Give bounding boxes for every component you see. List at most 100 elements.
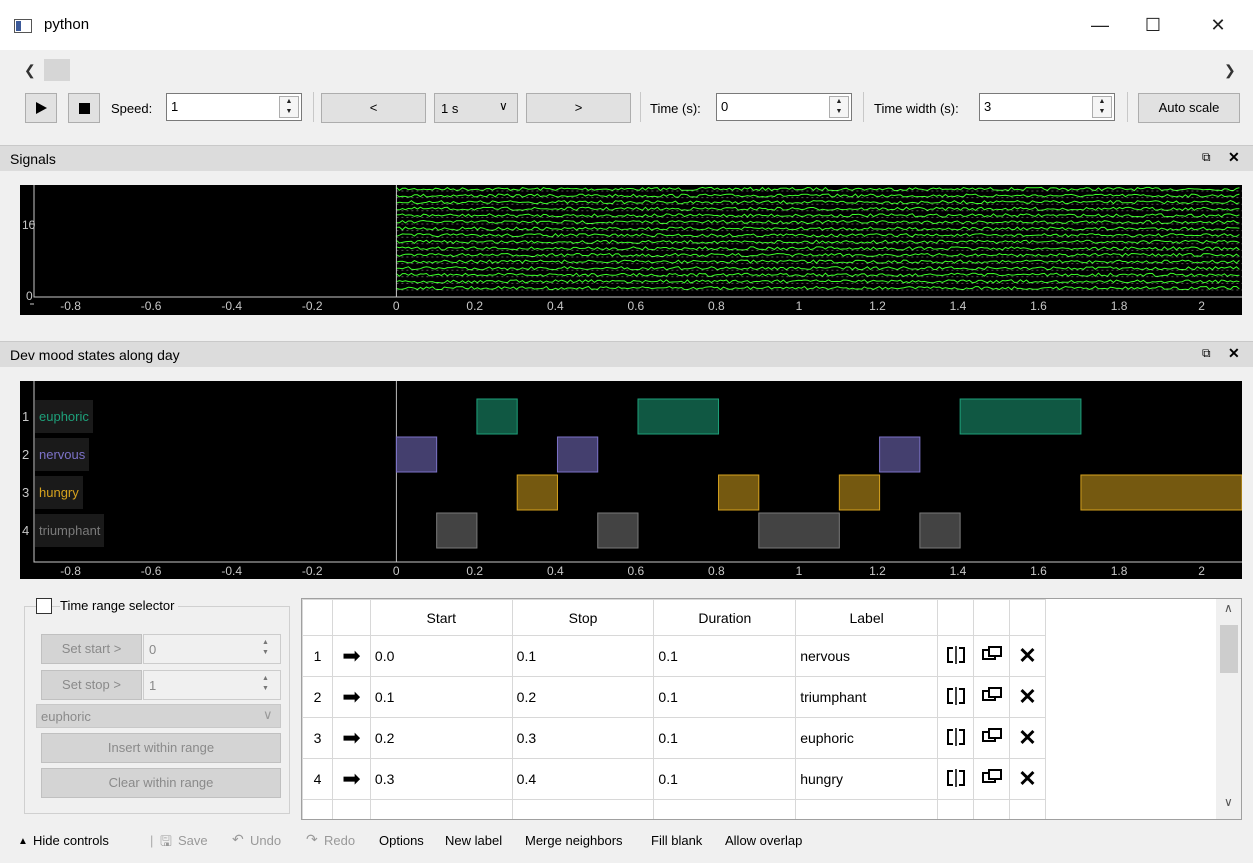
duration-cell[interactable]: 0.1 (653, 717, 797, 759)
close-button[interactable]: ✕ (1195, 10, 1241, 40)
table-row[interactable] (302, 799, 1047, 819)
time-width-value[interactable]: 3 (984, 99, 991, 114)
column-header-stop[interactable]: Stop (511, 599, 655, 636)
close-icon[interactable]: ✕ (1228, 345, 1240, 362)
start-cell[interactable]: 0.1 (369, 676, 513, 718)
insert-within-range-button[interactable]: Insert within range (41, 733, 281, 763)
scroll-down-icon[interactable]: ∨ (1224, 795, 1233, 809)
table-vscrollbar[interactable]: ∧ ∨ (1216, 599, 1241, 819)
label-cell[interactable]: hungry (795, 758, 939, 800)
goto-arrow-icon[interactable]: ➡ (331, 717, 371, 759)
label-cell[interactable]: triumphant (795, 676, 939, 718)
goto-arrow-icon[interactable]: ➡ (331, 635, 371, 677)
set-start-button[interactable]: Set start > (41, 634, 142, 664)
time-value[interactable]: 0 (721, 99, 728, 114)
minimize-button[interactable]: — (1077, 10, 1123, 40)
new-label-button[interactable]: New label (445, 833, 502, 848)
split-icon[interactable] (937, 676, 975, 718)
close-icon[interactable]: ✕ (1228, 149, 1240, 166)
next-step-button[interactable]: > (526, 93, 631, 123)
save-icon[interactable]: 🖫 (160, 831, 172, 855)
x-tick: -0.6 (140, 299, 162, 313)
redo-icon[interactable]: ↷ (306, 831, 318, 848)
set-stop-button[interactable]: Set stop > (41, 670, 142, 700)
scroll-left-icon[interactable]: ❮ (24, 62, 36, 79)
table-row[interactable]: 3 ➡ 0.2 0.3 0.1 euphoric ✕ (302, 717, 1047, 759)
merge-icon[interactable] (973, 635, 1010, 677)
maximize-button[interactable]: ☐ (1130, 10, 1176, 40)
save-button[interactable]: Save (178, 833, 208, 848)
spin-arrows-icon[interactable]: ▲ ▼ (262, 674, 269, 694)
start-cell[interactable]: 0.0 (369, 635, 513, 677)
hide-controls-button[interactable]: Hide controls (33, 833, 109, 848)
signals-plot[interactable]: 10 0 -0.8 -0.6 -0.4 -0.2 0 0.2 0.4 0.6 0.8 1 1.2 1.… (20, 185, 1242, 315)
range-selector-checkbox[interactable] (36, 598, 52, 614)
scroll-up-icon[interactable]: ∧ (1224, 601, 1233, 615)
delete-icon[interactable]: ✕ (1008, 758, 1047, 800)
undo-button[interactable]: Undo (250, 833, 281, 848)
range-selector-label: Time range selector (60, 598, 179, 613)
goto-arrow-icon[interactable]: ➡ (331, 758, 371, 800)
label-cell[interactable]: nervous (795, 635, 939, 677)
split-icon[interactable] (937, 758, 975, 800)
scroll-right-icon[interactable]: ❯ (1224, 62, 1236, 79)
stop-cell[interactable]: 0.4 (511, 758, 655, 800)
stop-cell[interactable]: 0.2 (511, 676, 655, 718)
column-header-duration[interactable]: Duration (653, 599, 797, 636)
stop-cell[interactable]: 0.3 (511, 717, 655, 759)
start-cell[interactable]: 0.2 (369, 717, 513, 759)
spin-arrows-icon[interactable]: ▲ ▼ (262, 638, 269, 658)
table-row[interactable]: 2 ➡ 0.1 0.2 0.1 triumphant ✕ (302, 676, 1047, 718)
start-cell[interactable]: 0.3 (369, 758, 513, 800)
delete-icon[interactable]: ✕ (1008, 676, 1047, 718)
delete-icon[interactable]: ✕ (1008, 717, 1047, 759)
stop-spinbox[interactable]: 1 ▲ ▼ (143, 670, 281, 700)
duration-cell[interactable]: 0.1 (653, 758, 797, 800)
float-icon[interactable]: ⧉ (1202, 346, 1211, 361)
duration-cell[interactable]: 0.1 (653, 676, 797, 718)
table-row[interactable]: 4 ➡ 0.3 0.4 0.1 hungry ✕ (302, 758, 1047, 800)
spin-arrows-icon[interactable]: ▲ ▼ (829, 96, 849, 118)
spin-arrows-icon[interactable]: ▲ ▼ (279, 96, 299, 118)
clear-within-range-button[interactable]: Clear within range (41, 768, 281, 798)
duration-cell[interactable]: 0.1 (653, 635, 797, 677)
step-select[interactable]: 1 s ∨ (434, 93, 518, 123)
stop-button[interactable] (68, 93, 100, 123)
speed-value[interactable]: 1 (171, 99, 178, 114)
float-icon[interactable]: ⧉ (1202, 150, 1211, 165)
stop-cell[interactable]: 0.1 (511, 635, 655, 677)
segments-table-view[interactable]: Start Stop Duration Label 1 ➡ 0.0 0.1 0.1 ner… (301, 598, 1242, 820)
delete-icon[interactable]: ✕ (1008, 635, 1047, 677)
column-header-start[interactable]: Start (369, 599, 513, 636)
allow-overlap-button[interactable]: Allow overlap (725, 833, 802, 848)
scroll-thumb[interactable] (44, 59, 70, 81)
split-icon[interactable] (937, 635, 975, 677)
mood-plot[interactable]: 1 euphoric 2 nervous 3 hungry 4 triumphant -0.8… (20, 381, 1243, 579)
split-icon[interactable] (937, 717, 975, 759)
label-cell[interactable]: euphoric (795, 717, 939, 759)
merge-neighbors-button[interactable]: Merge neighbors (525, 833, 623, 848)
triangle-up-icon[interactable]: ▲ (18, 836, 28, 847)
label-select[interactable]: euphoric ∨ (36, 704, 281, 728)
spin-arrows-icon[interactable]: ▲ ▼ (1092, 96, 1112, 118)
auto-scale-button[interactable]: Auto scale (1138, 93, 1240, 123)
merge-icon[interactable] (973, 758, 1010, 800)
goto-arrow-icon[interactable]: ➡ (331, 676, 371, 718)
x-tick: 1.8 (1110, 564, 1128, 578)
merge-icon[interactable] (973, 717, 1010, 759)
options-button[interactable]: Options (379, 833, 424, 848)
scroll-thumb[interactable] (1220, 625, 1238, 673)
prev-step-button[interactable]: < (321, 93, 426, 123)
redo-button[interactable]: Redo (324, 833, 355, 848)
start-spinbox[interactable]: 0 ▲ ▼ (143, 634, 281, 664)
merge-icon[interactable] (973, 676, 1010, 718)
fill-blank-button[interactable]: Fill blank (651, 833, 702, 848)
time-width-spinbox[interactable]: 3 ▲ ▼ (979, 93, 1115, 121)
column-header-label[interactable]: Label (795, 599, 939, 636)
toolbar-scrollbar[interactable]: ❮ ❯ (0, 56, 1253, 86)
table-row[interactable]: 1 ➡ 0.0 0.1 0.1 nervous ✕ (302, 635, 1047, 677)
play-button[interactable] (25, 93, 57, 123)
speed-spinbox[interactable]: 1 ▲ ▼ (166, 93, 302, 121)
time-spinbox[interactable]: 0 ▲ ▼ (716, 93, 852, 121)
undo-icon[interactable]: ↶ (232, 831, 244, 848)
